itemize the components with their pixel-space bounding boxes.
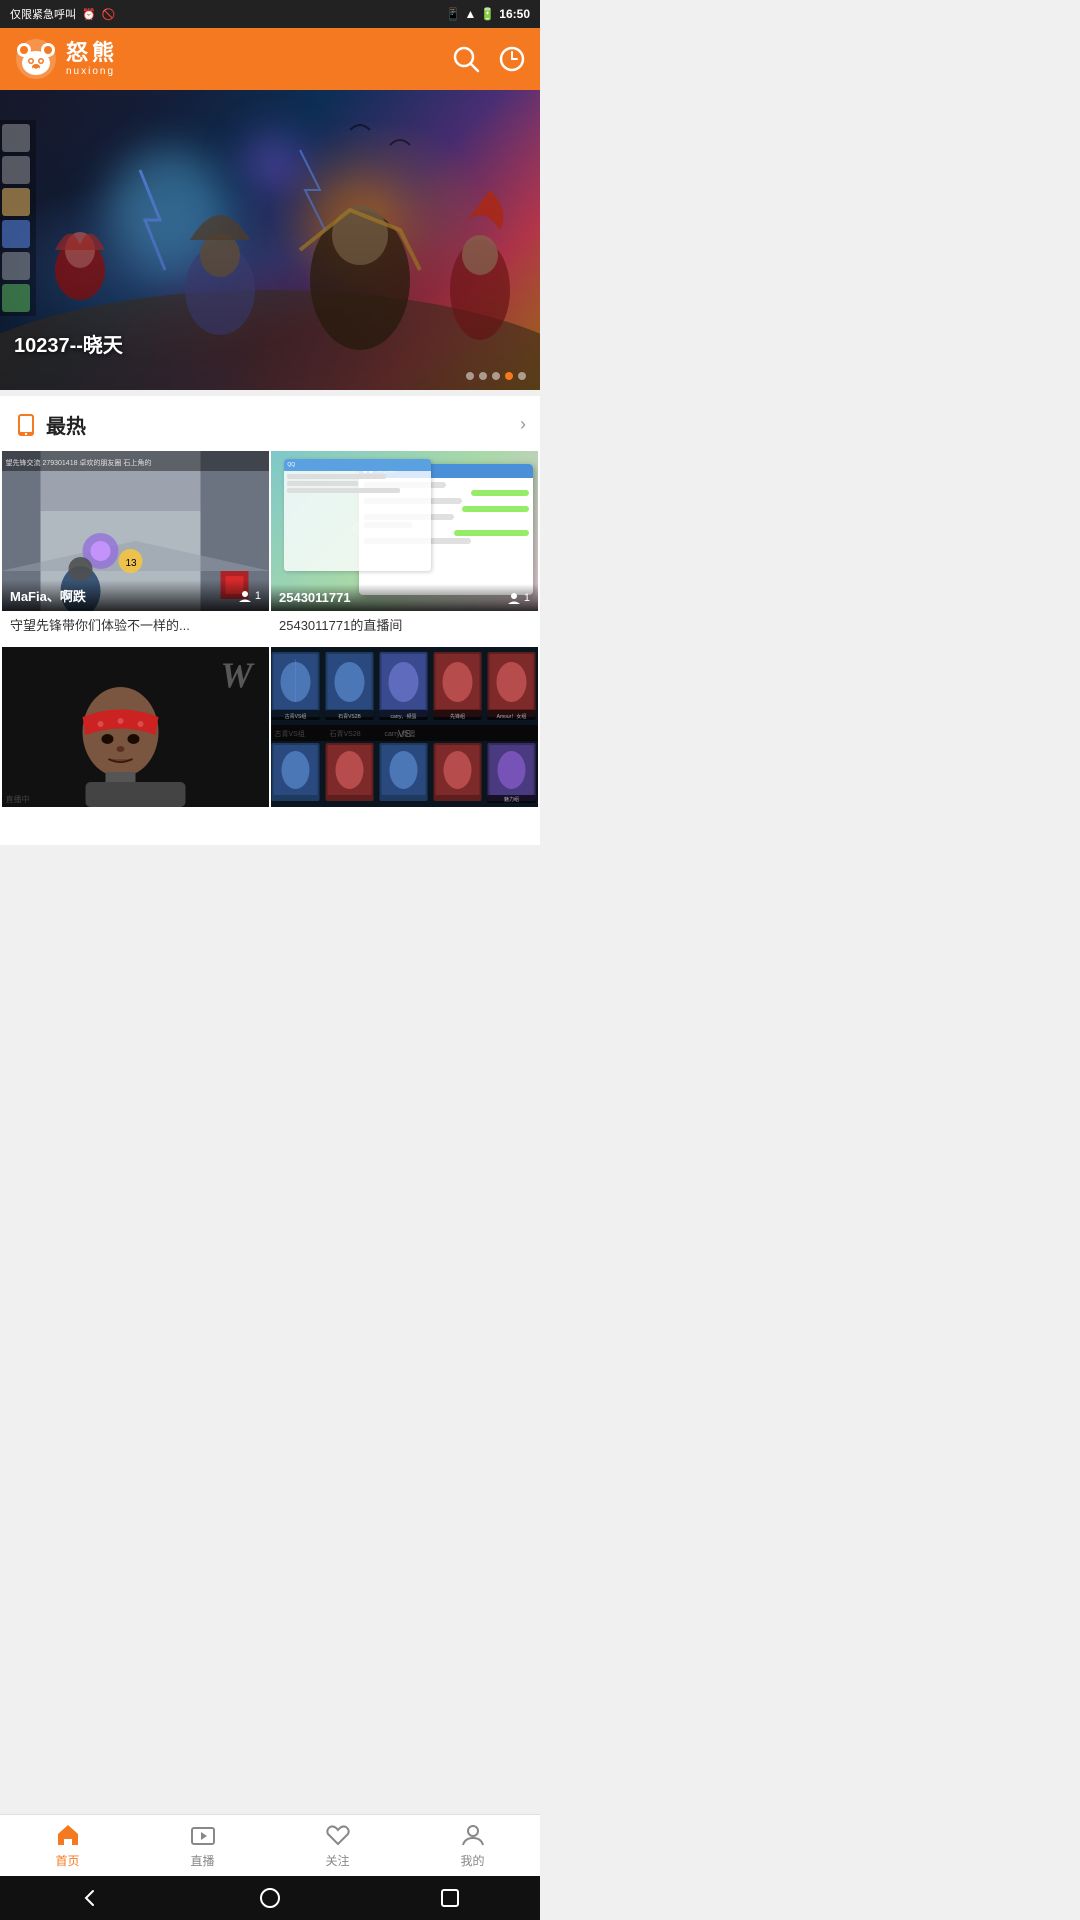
dot-2: [479, 372, 487, 380]
desktop-icons: [0, 120, 36, 316]
logo-text: 怒熊 nuxiong: [66, 41, 118, 76]
nav-label-follow: 关注: [325, 1852, 349, 1869]
signal-icon: 📱: [446, 7, 461, 21]
streamer-name-2: 2543011771: [279, 590, 351, 605]
nav-item-live[interactable]: 直播: [135, 1815, 270, 1876]
clock-time: 16:50: [499, 7, 530, 21]
mine-icon: [460, 1822, 486, 1848]
person-art: W 直播中: [2, 647, 269, 807]
search-icon[interactable]: [452, 45, 480, 73]
svg-text:魅力组: 魅力组: [504, 796, 519, 803]
back-button[interactable]: [75, 1883, 105, 1913]
emergency-call-text: 仅限紧急呼叫: [10, 6, 76, 22]
home-button[interactable]: [255, 1883, 285, 1913]
square-icon: [439, 1887, 461, 1909]
stream-caption-1: 守望先锋带你们体验不一样的...: [2, 611, 269, 645]
dot-1: [466, 372, 474, 380]
viewer-icon-2: [507, 591, 521, 605]
recent-button[interactable]: [435, 1883, 465, 1913]
nav-label-mine: 我的: [460, 1852, 484, 1869]
svg-text:直播中: 直播中: [6, 794, 30, 804]
bottom-nav: 首页 直播 关注 我的: [0, 1814, 540, 1876]
header-icons: [452, 45, 526, 73]
stream-caption-2: 2543011771的直播间: [271, 611, 538, 645]
champ-select-art: 古青VS组 石青VS2B carry、频蛋: [271, 647, 538, 807]
content-grid: 望先锋交流 279301418 卓欢的朋友圈 石上角的 13 MaFia、啊跌 …: [0, 449, 540, 845]
status-bar-right: 📱 ▲ 🔋 16:50: [446, 7, 531, 21]
stream-caption-4: [271, 807, 538, 843]
status-bar-left: 仅限紧急呼叫 ⏰ 🚫: [10, 6, 115, 22]
streamer-name-1: MaFia、啊跌: [10, 586, 86, 605]
svg-text:石青VS28: 石青VS28: [330, 729, 361, 738]
history-icon[interactable]: [498, 45, 526, 73]
stream-item-2[interactable]: ♛ 永 微信消息: [271, 451, 538, 645]
stream-thumb-2: ♛ 永 微信消息: [271, 451, 538, 611]
logo-area: 怒熊 nuxiong: [14, 37, 118, 81]
logo-chinese: 怒熊: [66, 41, 118, 65]
banner[interactable]: 10237--晓天: [0, 90, 540, 390]
svg-text:W: W: [221, 655, 256, 695]
viewer-count-2: 1: [507, 591, 530, 605]
phone-icon: [14, 413, 38, 437]
hot-section-header: 最热 ›: [0, 396, 540, 449]
viewer-count-1: 1: [238, 589, 261, 603]
viewer-icon-1: [238, 589, 252, 603]
svg-text:古青VS组: 古青VS组: [275, 729, 305, 738]
svg-text:Amour！女组: Amour！女组: [497, 713, 527, 720]
dot-3: [492, 372, 500, 380]
nav-item-mine[interactable]: 我的: [405, 1815, 540, 1876]
follow-icon: [325, 1822, 351, 1848]
circle-icon: [259, 1887, 281, 1909]
svg-text:石青VS2B: 石青VS2B: [338, 713, 361, 720]
section-title: 最热: [46, 410, 86, 439]
app-header: 怒熊 nuxiong: [0, 28, 540, 90]
logo-pinyin: nuxiong: [66, 66, 118, 77]
svg-text:carry,频蛋: carry,频蛋: [385, 729, 416, 738]
stream-thumb-3: W 直播中: [2, 647, 269, 807]
live-icon: [190, 1822, 216, 1848]
nav-label-home: 首页: [55, 1852, 79, 1869]
system-nav-bar: [0, 1876, 540, 1920]
streamer-info-2: 2543011771 1: [271, 584, 538, 611]
svg-text:望先锋交流 279301418 卓欢的朋友圈 石上角的: 望先锋交流 279301418 卓欢的朋友圈 石上角的: [6, 458, 152, 467]
svg-text:13: 13: [126, 558, 138, 569]
section-more-button[interactable]: ›: [520, 414, 526, 435]
wifi-icon: ▲: [464, 7, 476, 21]
back-icon: [79, 1887, 101, 1909]
svg-text:先锋组: 先锋组: [450, 713, 465, 720]
stream-thumb-4: 古青VS组 石青VS2B carry、频蛋: [271, 647, 538, 807]
alarm-icon: ⏰: [82, 8, 96, 21]
nav-item-home[interactable]: 首页: [0, 1815, 135, 1876]
home-icon: [55, 1822, 81, 1848]
do-not-disturb-icon: 🚫: [102, 8, 116, 21]
stream-item-1[interactable]: 望先锋交流 279301418 卓欢的朋友圈 石上角的 13 MaFia、啊跌 …: [2, 451, 269, 645]
svg-text:古青VS组: 古青VS组: [285, 713, 307, 720]
nav-item-follow[interactable]: 关注: [270, 1815, 405, 1876]
stream-thumb-1: 望先锋交流 279301418 卓欢的朋友圈 石上角的 13 MaFia、啊跌 …: [2, 451, 269, 611]
nav-label-live: 直播: [190, 1852, 214, 1869]
bear-logo-icon: [14, 37, 58, 81]
battery-icon: 🔋: [480, 7, 495, 21]
svg-text:carry、频蛋: carry、频蛋: [390, 713, 416, 720]
section-title-area: 最热: [14, 410, 86, 439]
dot-4-active: [505, 372, 513, 380]
stream-item-4[interactable]: 古青VS组 石青VS2B carry、频蛋: [271, 647, 538, 843]
dot-5: [518, 372, 526, 380]
status-bar: 仅限紧急呼叫 ⏰ 🚫 📱 ▲ 🔋 16:50: [0, 0, 540, 28]
stream-item-3[interactable]: W 直播中: [2, 647, 269, 843]
stream-caption-3: [2, 807, 269, 843]
streamer-info-1: MaFia、啊跌 1: [2, 580, 269, 611]
banner-pagination-dots: [466, 372, 526, 380]
banner-title: 10237--晓天: [14, 329, 123, 358]
